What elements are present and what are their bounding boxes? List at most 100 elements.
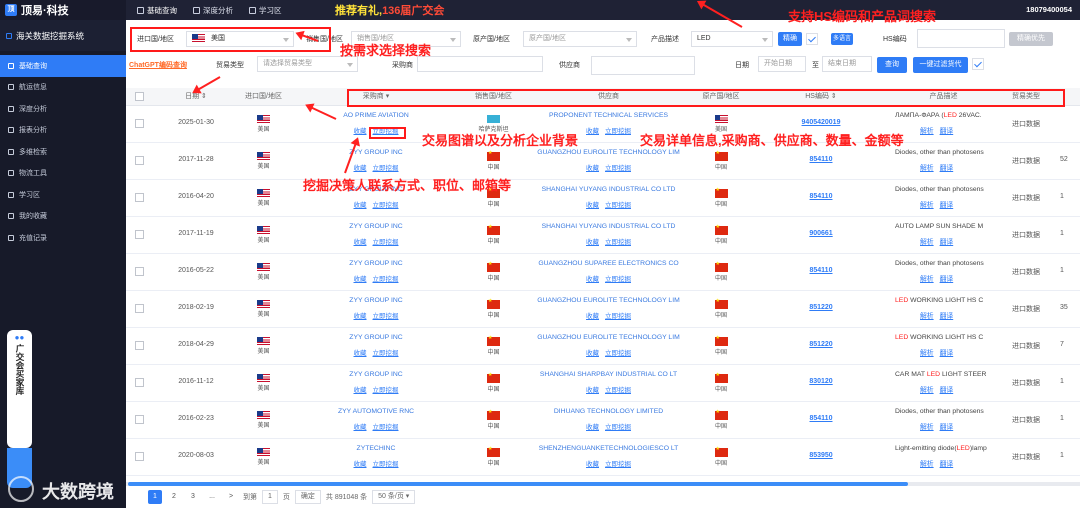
translate-link[interactable]: 翻译 <box>940 239 954 246</box>
sidebar-item-multi-search[interactable]: 多维检索 <box>0 141 126 163</box>
favorite-link[interactable]: 收藏 <box>586 350 599 357</box>
origin-country-select[interactable]: 原产国/地区 <box>523 31 637 47</box>
buyer-name[interactable]: ZYY GROUP INC <box>291 297 461 304</box>
chatgpt-code-query-link[interactable]: ChatGPT编码查询 <box>129 60 187 70</box>
sidebar-item-learning[interactable]: 学习区 <box>0 184 126 206</box>
row-hs-code[interactable]: 900661 <box>751 217 891 254</box>
supplier-name[interactable]: GUANGZHOU SUPAREE ELECTRONICS CO <box>526 260 691 267</box>
favorite-link[interactable]: 收藏 <box>354 461 367 468</box>
favorite-link[interactable]: 收藏 <box>354 387 367 394</box>
mine-link[interactable]: 立即挖掘 <box>373 276 399 283</box>
multi-language-button[interactable]: 多语言 <box>831 33 853 45</box>
end-date-input[interactable]: 结束日期 <box>822 56 872 72</box>
favorite-link[interactable]: 收藏 <box>354 424 367 431</box>
favorite-link[interactable]: 收藏 <box>354 239 367 246</box>
translate-link[interactable]: 翻译 <box>940 387 954 394</box>
next-page-button[interactable]: > <box>224 490 238 504</box>
favorite-link[interactable]: 收藏 <box>586 239 599 246</box>
favorite-link[interactable]: 收藏 <box>586 461 599 468</box>
row-hs-code[interactable]: 854110 <box>751 254 891 291</box>
mine-link[interactable]: 立即挖掘 <box>605 424 631 431</box>
row-hs-code[interactable]: 853950 <box>751 439 891 476</box>
page-ellipsis[interactable]: ... <box>205 490 219 504</box>
buyer-name[interactable]: ZYTECHINC <box>291 445 461 452</box>
row-checkbox[interactable] <box>135 193 144 202</box>
favorite-link[interactable]: 收藏 <box>354 276 367 283</box>
supplier-name[interactable]: SHANGHAI YUYANG INDUSTRIAL CO LTD <box>526 186 691 193</box>
exact-match-button[interactable]: 精确 <box>778 32 802 46</box>
table-row[interactable]: 2020-08-03 美国 ZYTECHINC 收藏立即挖掘 中国 SHENZH… <box>126 439 1080 476</box>
supplier-name[interactable]: PROPONENT TECHNICAL SERVICES <box>526 112 691 119</box>
page-1[interactable]: 1 <box>148 490 162 504</box>
top-nav-deep-analysis[interactable]: 深度分析 <box>193 5 233 16</box>
sidebar-item-logistics[interactable]: 物流工具 <box>0 163 126 185</box>
page-2[interactable]: 2 <box>167 490 181 504</box>
supplier-name[interactable]: GUANGZHOU EUROLITE TECHNOLOGY LIM <box>526 334 691 341</box>
promo-banner[interactable]: 推荐有礼,136届广交会 <box>335 2 444 18</box>
translate-link[interactable]: 翻译 <box>940 424 954 431</box>
goto-confirm-button[interactable]: 确定 <box>294 490 321 504</box>
supplier-name[interactable]: DIHUANG TECHNOLOGY LIMITED <box>526 408 691 415</box>
row-checkbox[interactable] <box>135 452 144 461</box>
table-row[interactable]: 2016-02-23 美国 ZYY AUTOMOTIVE RNC 收藏 立即挖掘 … <box>126 402 1080 439</box>
exact-match-checkbox[interactable] <box>806 33 818 45</box>
supplier-name[interactable]: SHANGHAI SHARPBAY INDUSTRIAL CO LT <box>526 371 691 378</box>
table-row[interactable]: 2025-01-30 美国 AO PRIME AVIATION 收藏 立即挖掘 哈… <box>126 106 1080 143</box>
row-checkbox[interactable] <box>135 304 144 313</box>
favorite-link[interactable]: 收藏 <box>586 202 599 209</box>
select-all-checkbox[interactable] <box>135 92 144 101</box>
row-checkbox[interactable] <box>135 341 144 350</box>
page-3[interactable]: 3 <box>186 490 200 504</box>
analyze-link[interactable]: 解析 <box>920 128 934 135</box>
mine-link[interactable]: 立即挖掘 <box>605 461 631 468</box>
mine-link[interactable]: 立即挖掘 <box>373 239 399 246</box>
translate-link[interactable]: 翻译 <box>940 350 954 357</box>
mine-link[interactable]: 立即挖掘 <box>605 313 631 320</box>
mine-link[interactable]: 立即挖掘 <box>373 313 399 320</box>
analyze-link[interactable]: 解析 <box>920 239 934 246</box>
analyze-link[interactable]: 解析 <box>920 350 934 357</box>
buyer-name[interactable]: ZYY GROUP INC <box>291 334 461 341</box>
analyze-link[interactable]: 解析 <box>920 424 934 431</box>
analyze-link[interactable]: 解析 <box>920 165 934 172</box>
translate-link[interactable]: 翻译 <box>940 128 954 135</box>
buyer-name[interactable]: ZYY AUTOMOTIVE RNC <box>291 408 461 415</box>
translate-link[interactable]: 翻译 <box>940 165 954 172</box>
favorite-link[interactable]: 收藏 <box>586 128 599 135</box>
buyer-name[interactable]: ZYY GROUP INC <box>291 260 461 267</box>
buyer-name[interactable]: ZYY GROUP INC <box>291 223 461 230</box>
mine-link[interactable]: 立即挖掘 <box>605 239 631 246</box>
buyer-name[interactable]: AO PRIME AVIATION <box>291 112 461 119</box>
top-nav-learning[interactable]: 学习区 <box>249 5 282 16</box>
translate-link[interactable]: 翻译 <box>940 461 954 468</box>
sidebar-item-recharge[interactable]: 充值记录 <box>0 227 126 249</box>
table-row[interactable]: 2016-04-20 美国 ZYY GROUP INC 收藏立即挖掘 中国 SH… <box>126 180 1080 217</box>
favorite-link[interactable]: 收藏 <box>586 387 599 394</box>
row-hs-code[interactable]: 851220 <box>751 328 891 365</box>
hs-code-input[interactable] <box>917 29 1005 48</box>
mine-link[interactable]: 立即挖掘 <box>605 276 631 283</box>
favorite-link[interactable]: 收藏 <box>586 313 599 320</box>
favorite-link[interactable]: 收藏 <box>586 165 599 172</box>
table-row[interactable]: 2017-11-28 美国 ZYY GROUP INC 收藏立即挖掘 中国 GU… <box>126 143 1080 180</box>
canton-fair-buyers-widget[interactable]: ●● 广交会买家库 <box>7 330 32 448</box>
row-hs-code[interactable]: 854110 <box>751 180 891 217</box>
favorite-link[interactable]: 收藏 <box>354 350 367 357</box>
translate-link[interactable]: 翻译 <box>940 276 954 283</box>
table-row[interactable]: 2016-05-22 美国 ZYY GROUP INC 收藏立即挖掘 中国 GU… <box>126 254 1080 291</box>
sidebar-item-deep-analysis[interactable]: 深度分析 <box>0 98 126 120</box>
filter-forwarder-button[interactable]: 一键过滤货代 <box>913 57 968 73</box>
table-row[interactable]: 2016-11-12 美国 ZYY GROUP INC 收藏立即挖掘 中国 SH… <box>126 365 1080 402</box>
sidebar-item-shipping[interactable]: 航运信息 <box>0 77 126 99</box>
sidebar-item-basic-query[interactable]: 基础查询 <box>0 55 126 77</box>
favorite-link[interactable]: 收藏 <box>586 276 599 283</box>
buyer-input[interactable] <box>417 56 543 72</box>
row-checkbox[interactable] <box>135 378 144 387</box>
start-date-input[interactable]: 开始日期 <box>758 56 806 72</box>
mine-link[interactable]: 立即挖掘 <box>605 350 631 357</box>
supplier-name[interactable]: SHANGHAI YUYANG INDUSTRIAL CO LTD <box>526 223 691 230</box>
row-checkbox[interactable] <box>135 156 144 165</box>
top-nav-basic-query[interactable]: 基础查询 <box>137 5 177 16</box>
buyer-name[interactable]: ZYY GROUP INC <box>291 371 461 378</box>
favorite-link[interactable]: 收藏 <box>354 128 367 135</box>
